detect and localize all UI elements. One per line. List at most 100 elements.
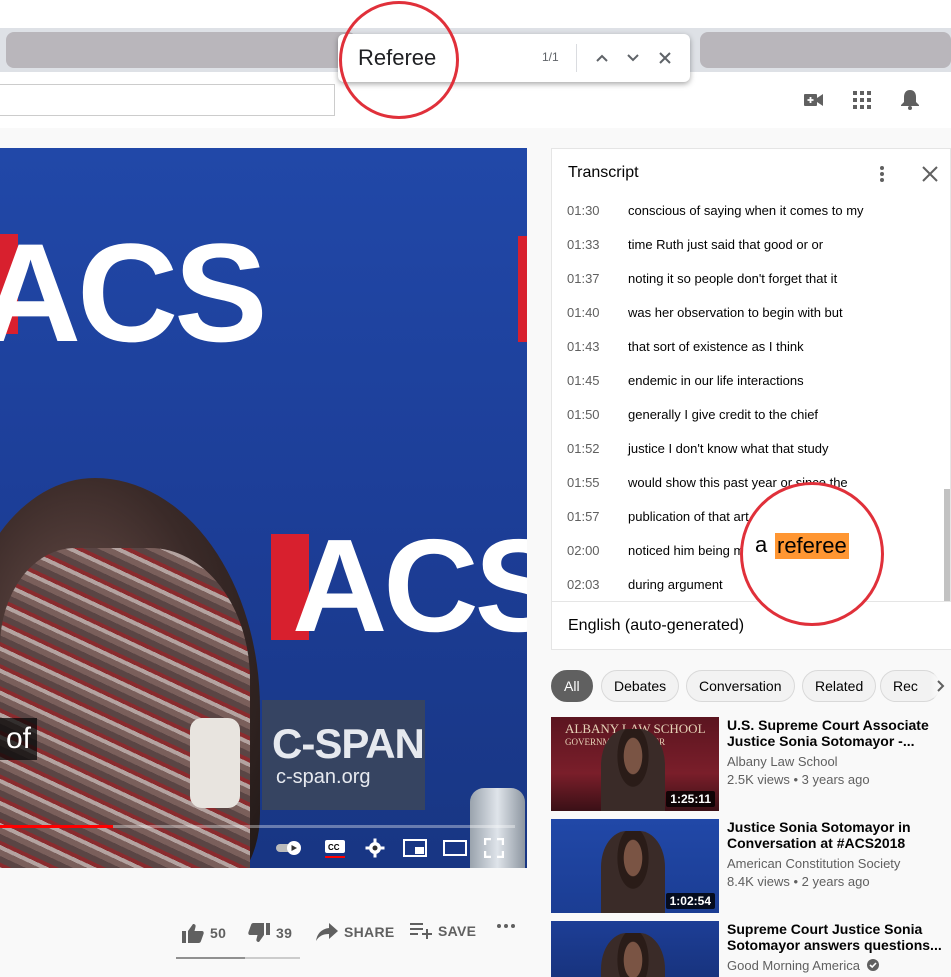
dislike-button[interactable]: 39: [248, 923, 292, 943]
related-video[interactable]: Supreme Court Justice Sonia Sotomayor an…: [551, 921, 951, 977]
related-video[interactable]: 1:02:54 Justice Sonia Sotomayor in Conve…: [551, 819, 951, 913]
transcript-segment[interactable]: 01:45 endemic in our life interactions: [552, 363, 942, 397]
transcript-scrollbar[interactable]: [944, 489, 950, 601]
segment-text: endemic in our life interactions: [628, 372, 804, 388]
video-duration: 1:25:11: [666, 791, 715, 807]
highlight-prefix: a: [755, 532, 768, 557]
find-in-page-bar: Referee 1/1: [338, 34, 690, 82]
subtitles-button[interactable]: CC: [323, 836, 347, 860]
chip-conversation[interactable]: Conversation: [686, 670, 795, 702]
more-horizontal-icon: [497, 924, 515, 928]
fullscreen-icon[interactable]: [482, 836, 506, 860]
close-icon: [659, 52, 671, 64]
cspan-logo-text: C-SPAN: [272, 720, 425, 767]
channel-name-text: Good Morning America: [727, 958, 860, 973]
thumbs-down-icon: [248, 923, 270, 942]
segment-text: publication of that art: [628, 508, 749, 524]
speaker-dress: [0, 548, 250, 868]
verified-check-icon: [866, 959, 879, 971]
segment-text: noting it so people don't forget that it: [628, 270, 838, 286]
channel-name[interactable]: Good Morning America: [727, 958, 879, 973]
segment-timestamp: 01:45: [567, 372, 600, 388]
segment-text: during argument: [628, 576, 723, 592]
svg-text:CC: CC: [328, 843, 340, 852]
save-button[interactable]: SAVE: [410, 923, 476, 939]
chip-all[interactable]: All: [551, 670, 593, 702]
share-button[interactable]: SHARE: [316, 923, 395, 941]
transcript-segment[interactable]: 01:30 conscious of saying when it comes t…: [552, 193, 942, 227]
video-actions: 50 39 SHARE SAVE: [170, 915, 527, 955]
chips-next-button[interactable]: [930, 674, 951, 698]
segment-timestamp: 01:52: [567, 440, 600, 456]
segment-text: justice I don't know what that study: [628, 440, 829, 456]
create-video-icon[interactable]: [802, 88, 826, 112]
chip-related[interactable]: Related: [802, 670, 877, 702]
transcript-segment[interactable]: 01:37 noting it so people don't forget th…: [552, 261, 942, 295]
find-next-button[interactable]: [621, 46, 645, 70]
segment-text: conscious of saying when it comes to my: [628, 202, 864, 218]
transcript-segment[interactable]: 01:43 that sort of existence as I think: [552, 329, 942, 363]
transcript-menu-button[interactable]: [870, 162, 894, 186]
video-thumbnail[interactable]: [551, 921, 719, 977]
share-label: SHARE: [344, 924, 395, 940]
find-input[interactable]: Referee: [358, 44, 538, 72]
segment-timestamp: 01:40: [567, 304, 600, 320]
save-label: SAVE: [438, 923, 477, 939]
apps-grid-icon[interactable]: [850, 88, 874, 112]
dislike-count: 39: [276, 925, 293, 941]
autoplay-toggle-icon: [276, 841, 301, 855]
transcript-header: Transcript: [552, 149, 951, 197]
transcript-close-button[interactable]: [918, 162, 942, 186]
logo-red-block: [518, 236, 527, 342]
browser-tab[interactable]: [700, 32, 951, 68]
transcript-segment[interactable]: 01:40 was her observation to begin with b…: [552, 295, 942, 329]
video-title[interactable]: Supreme Court Justice Sonia Sotomayor an…: [727, 921, 947, 953]
video-thumbnail[interactable]: ALBANY LAW SCHOOL GOVERNMENT CENTER 1:25…: [551, 717, 719, 811]
segment-timestamp: 01:55: [567, 474, 600, 490]
segment-timestamp: 02:03: [567, 576, 600, 592]
segment-timestamp: 01:50: [567, 406, 600, 422]
stage-logo: ACS: [292, 512, 527, 659]
video-title[interactable]: U.S. Supreme Court Associate Justice Son…: [727, 717, 947, 749]
segment-timestamp: 01:30: [567, 202, 600, 218]
browser-tab[interactable]: [6, 32, 356, 68]
more-actions-button[interactable]: [496, 923, 516, 929]
related-video[interactable]: ALBANY LAW SCHOOL GOVERNMENT CENTER 1:25…: [551, 717, 951, 811]
chip-debates[interactable]: Debates: [601, 670, 680, 702]
chevron-right-icon: [936, 680, 944, 692]
search-input[interactable]: [0, 84, 335, 116]
transcript-language-selector[interactable]: English (auto-generated): [568, 617, 744, 635]
thumbnail-person: [601, 831, 665, 913]
find-previous-button[interactable]: [590, 46, 614, 70]
video-meta: 2.5K views • 3 years ago: [727, 772, 870, 787]
chevron-down-icon: [627, 54, 639, 62]
channel-name[interactable]: Albany Law School: [727, 754, 838, 769]
cspan-url: c-span.org: [276, 766, 371, 788]
miniplayer-icon[interactable]: [402, 836, 428, 860]
segment-timestamp: 01:37: [567, 270, 600, 286]
video-title[interactable]: Justice Sonia Sotomayor in Conversation …: [727, 819, 947, 851]
stage-logo: ACS: [0, 214, 268, 371]
video-thumbnail[interactable]: 1:02:54: [551, 819, 719, 913]
video-player[interactable]: ACS ACS C-SPAN c-span.org of CC: [0, 148, 527, 868]
segment-timestamp: 01:33: [567, 236, 600, 252]
transcript-segment[interactable]: 01:55 would show this past year or since …: [552, 465, 942, 499]
transcript-segment[interactable]: 01:50 generally I give credit to the chie…: [552, 397, 942, 431]
autoplay-toggle[interactable]: [276, 836, 306, 860]
settings-gear-icon[interactable]: [363, 836, 387, 860]
find-match-count: 1/1: [542, 50, 559, 64]
sentiment-bar: [176, 957, 300, 959]
segment-text: generally I give credit to the chief: [628, 406, 819, 422]
transcript-segment[interactable]: 01:52 justice I don't know what that stud…: [552, 431, 942, 465]
notifications-bell-icon[interactable]: [898, 88, 922, 112]
cspan-watermark: C-SPAN c-span.org: [262, 700, 425, 810]
player-controls: CC: [0, 828, 527, 868]
browser-top-strip: [0, 0, 951, 28]
transcript-segment[interactable]: 01:33 time Ruth just said that good or or: [552, 227, 942, 261]
filter-chips: All Debates Conversation Related Rec: [551, 670, 951, 704]
theater-mode-icon[interactable]: [442, 836, 468, 860]
thumbnail-person: [601, 729, 665, 811]
like-button[interactable]: 50: [182, 923, 226, 943]
channel-name[interactable]: American Constitution Society: [727, 856, 900, 871]
find-close-button[interactable]: [653, 46, 677, 70]
